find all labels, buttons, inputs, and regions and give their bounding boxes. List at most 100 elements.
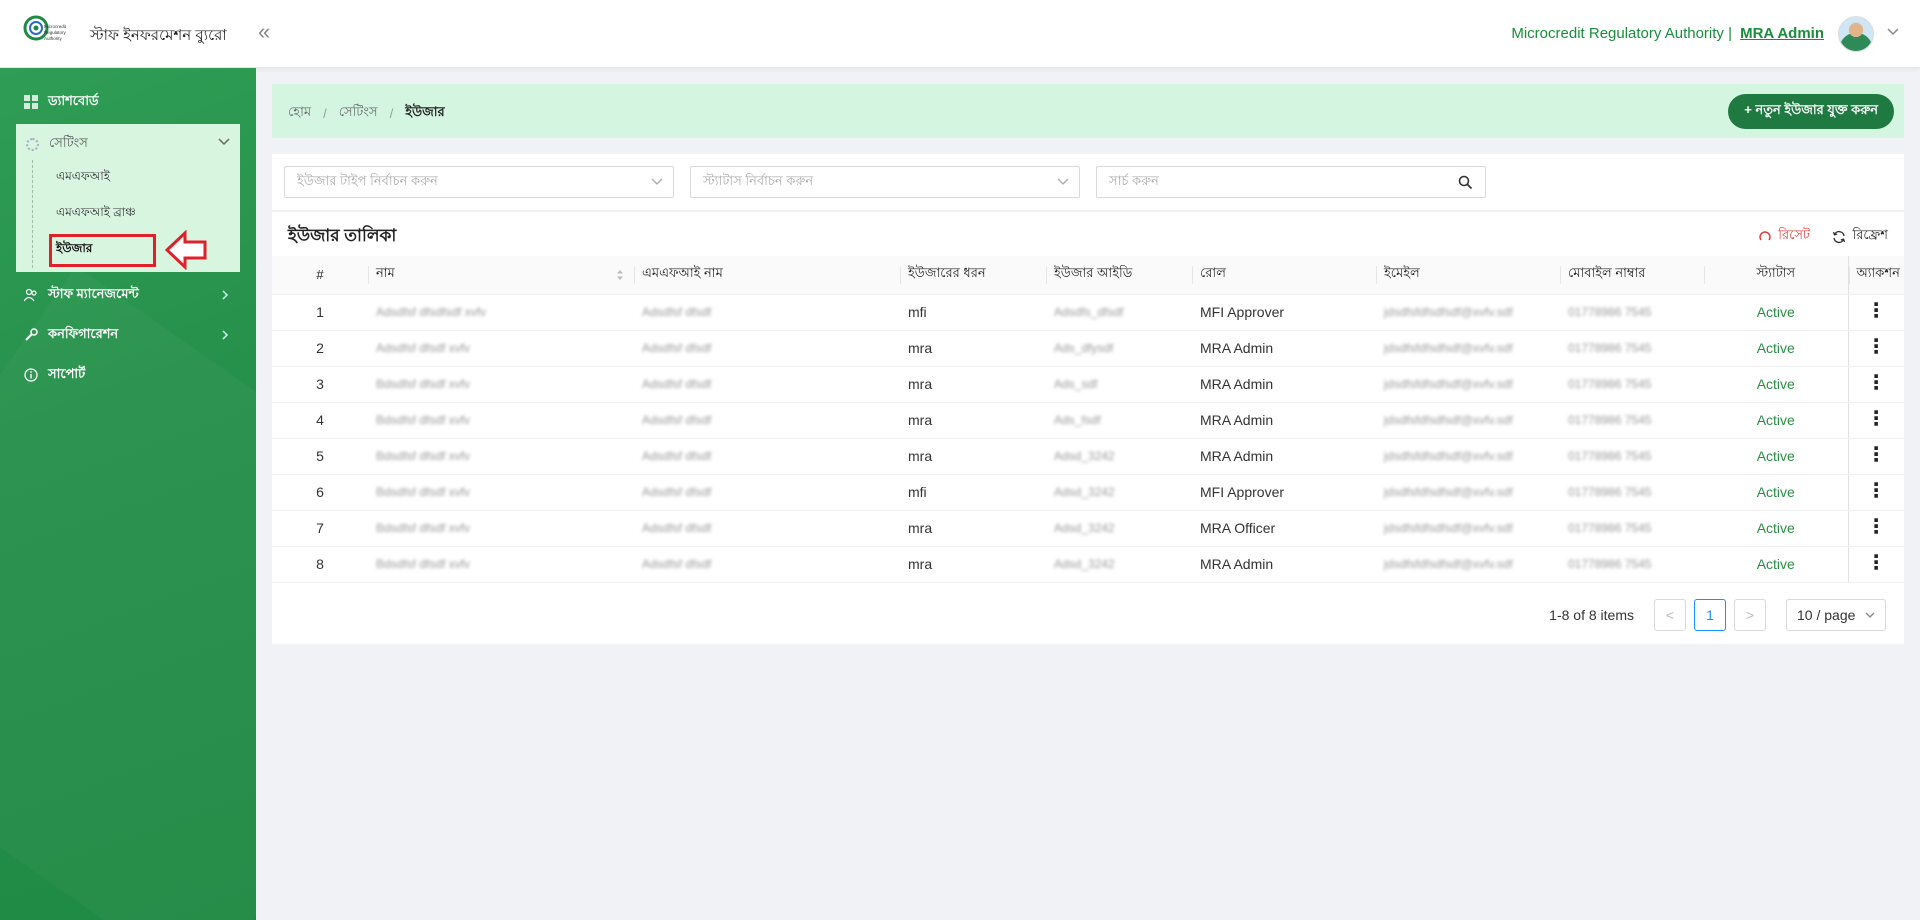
sidebar-item-mfi[interactable]: এমএফআই xyxy=(56,168,110,188)
cell-mobile: 01778986 7545 xyxy=(1560,330,1704,367)
column-header-status: স্ট্যাটাস xyxy=(1704,256,1848,295)
cell-action: ⋮ xyxy=(1847,510,1904,547)
cell-name: Bdsdfsf dfsdf xvfv xyxy=(368,546,634,583)
breadcrumb-current: ইউজার xyxy=(405,104,445,119)
cell-action: ⋮ xyxy=(1847,402,1904,439)
search-input[interactable]: সার্চ করুন xyxy=(1096,166,1486,198)
column-header-action: অ্যাকশন xyxy=(1847,256,1904,295)
breadcrumb-separator: / xyxy=(323,106,327,121)
cell-action: ⋮ xyxy=(1847,546,1904,583)
next-page-button[interactable]: > xyxy=(1734,599,1766,631)
cell-email: jdsdfsfdfsdfsdf@xvfv.sdf xyxy=(1376,294,1560,331)
more-options-icon[interactable]: ⋮ xyxy=(1866,481,1886,501)
highlight-box xyxy=(49,234,156,267)
user-table: # নাম এমএফআই নাম ইউজারের ধরন ইউজার আইডি … xyxy=(272,256,1904,583)
cell-mfi-name: Adsdfsf dfsdf xyxy=(634,474,900,511)
cell-name: Bdsdfsf dfsdf xvfv xyxy=(368,438,634,475)
column-header-name[interactable]: নাম xyxy=(368,256,634,295)
wrench-icon xyxy=(25,328,38,341)
cell-user-type: mfi xyxy=(900,474,1046,511)
dashboard-icon xyxy=(24,95,38,109)
mra-logo[interactable]: Microcredit Regulatory Authority xyxy=(22,14,72,52)
cell-mobile: 01778986 7545 xyxy=(1560,474,1704,511)
search-placeholder: সার্চ করুন xyxy=(1109,172,1159,188)
table-row[interactable]: 7 Bdsdfsf dfsdf xvfv Adsdfsf dfsdf mra Adsd_… xyxy=(272,510,1904,547)
sidebar-item-label: সাপোর্ট xyxy=(48,365,86,381)
status-select[interactable]: স্ট্যাটাস নির্বাচন করুন xyxy=(690,166,1080,198)
more-options-icon[interactable]: ⋮ xyxy=(1866,517,1886,537)
svg-text:Microcredit: Microcredit xyxy=(44,24,67,29)
gear-icon xyxy=(26,138,39,151)
table-header-row: # নাম এমএফআই নাম ইউজারের ধরন ইউজার আইডি … xyxy=(272,256,1904,295)
cell-user-id: Adsdfs_dfsdf xyxy=(1046,294,1192,331)
avatar[interactable] xyxy=(1838,16,1874,52)
table-title: ইউজার তালিকা xyxy=(288,226,397,245)
select-placeholder: ইউজার টাইপ নির্বাচন করুন xyxy=(297,172,438,188)
cell-user-id: Adsd_3242 xyxy=(1046,546,1192,583)
table-row[interactable]: 3 Bdsdfsf dfsdf xvfv Adsdfsf dfsdf mra Ads_s… xyxy=(272,366,1904,403)
column-header-label: নাম xyxy=(376,265,395,281)
table-row[interactable]: 5 Bdsdfsf dfsdf xvfv Adsdfsf dfsdf mra Adsd_… xyxy=(272,438,1904,475)
sort-icon[interactable] xyxy=(616,269,624,281)
page-size-select[interactable]: 10 / page xyxy=(1786,599,1886,631)
table-row[interactable]: 4 Bdsdfsf dfsdf xvfv Adsdfsf dfsdf mra Ads_f… xyxy=(272,402,1904,439)
cell-action: ⋮ xyxy=(1847,366,1904,403)
svg-text:Regulatory: Regulatory xyxy=(44,30,67,35)
sidebar-item-mfi-branch[interactable]: এমএফআই ব্রাঞ্চ xyxy=(56,204,136,224)
page-number-button[interactable]: 1 xyxy=(1694,599,1726,631)
add-user-button[interactable]: + নতুন ইউজার যুক্ত করুন xyxy=(1728,94,1894,129)
svg-text:Authority: Authority xyxy=(44,36,63,41)
more-options-icon[interactable]: ⋮ xyxy=(1866,373,1886,393)
cell-mfi-name: Adsdfsf dfsdf xyxy=(634,438,900,475)
chevron-down-icon[interactable] xyxy=(218,138,230,146)
cell-action: ⋮ xyxy=(1847,474,1904,511)
cell-index: 8 xyxy=(272,546,368,583)
table-row[interactable]: 2 Adsdfsf dfsdf xvfv Adsdfsf dfsdf mra Ads_d… xyxy=(272,330,1904,367)
cell-name: Bdsdfsf dfsdf xvfv xyxy=(368,474,634,511)
cell-status: Active xyxy=(1704,546,1848,583)
breadcrumb-home[interactable]: হোম xyxy=(288,103,311,124)
prev-page-button[interactable]: < xyxy=(1654,599,1686,631)
cell-status: Active xyxy=(1704,438,1848,475)
sidebar-item-settings[interactable]: সেটিংস xyxy=(26,134,88,155)
users-icon xyxy=(24,288,37,302)
chevron-down-icon xyxy=(1057,178,1069,185)
more-options-icon[interactable]: ⋮ xyxy=(1866,409,1886,429)
more-options-icon[interactable]: ⋮ xyxy=(1866,553,1886,573)
table-row[interactable]: 6 Bdsdfsf dfsdf xvfv Adsdfsf dfsdf mfi Adsd_… xyxy=(272,474,1904,511)
more-options-icon[interactable]: ⋮ xyxy=(1866,301,1886,321)
more-options-icon[interactable]: ⋮ xyxy=(1866,337,1886,357)
sidebar-item-label: সেটিংস xyxy=(49,135,88,150)
column-header-user-id: ইউজার আইডি xyxy=(1046,256,1192,295)
cell-name: Bdsdfsf dfsdf xvfv xyxy=(368,402,634,439)
cell-status: Active xyxy=(1704,330,1848,367)
breadcrumb-settings[interactable]: সেটিংস xyxy=(339,103,378,124)
sidebar-item-support[interactable]: সাপোর্ট xyxy=(24,364,85,386)
search-icon[interactable] xyxy=(1458,175,1473,190)
select-placeholder: স্ট্যাটাস নির্বাচন করুন xyxy=(703,172,814,188)
collapse-sidebar-icon[interactable]: « xyxy=(258,20,270,44)
cell-index: 7 xyxy=(272,510,368,547)
app-title: স্টাফ ইনফরমেশন ব্যুরো xyxy=(90,27,227,44)
more-options-icon[interactable]: ⋮ xyxy=(1866,445,1886,465)
sidebar-item-staff-management[interactable]: স্টাফ ম্যানেজমেন্ট xyxy=(24,284,139,306)
chevron-down-icon[interactable] xyxy=(1886,24,1900,38)
chevron-right-icon[interactable] xyxy=(220,330,230,340)
top-header: Microcredit Regulatory Authority স্টাফ ই… xyxy=(0,0,1920,68)
cell-role: MRA Admin xyxy=(1192,330,1376,367)
reset-button[interactable]: রিসেট xyxy=(1758,226,1810,247)
cell-user-id: Ads_sdf xyxy=(1046,366,1192,403)
cell-action: ⋮ xyxy=(1847,294,1904,331)
user-type-select[interactable]: ইউজার টাইপ নির্বাচন করুন xyxy=(284,166,674,198)
table-row[interactable]: 8 Bdsdfsf dfsdf xvfv Adsdfsf dfsdf mra Adsd_… xyxy=(272,546,1904,583)
admin-user-link[interactable]: MRA Admin xyxy=(1740,25,1824,42)
refresh-button[interactable]: রিফ্রেশ xyxy=(1832,226,1888,247)
cell-user-type: mra xyxy=(900,438,1046,475)
cell-index: 4 xyxy=(272,402,368,439)
sidebar-item-dashboard[interactable]: ড্যাশবোর্ড xyxy=(24,91,99,113)
table-row[interactable]: 1 Adsdfsf dfsdfsdf xvfv Adsdfsf dfsdf mfi Ad… xyxy=(272,294,1904,331)
chevron-right-icon[interactable] xyxy=(220,290,230,300)
sidebar-item-configuration[interactable]: কনফিগারেশন xyxy=(24,324,118,346)
filter-card: ইউজার টাইপ নির্বাচন করুন স্ট্যাটাস নির্ব… xyxy=(272,154,1904,210)
cell-user-type: mra xyxy=(900,546,1046,583)
